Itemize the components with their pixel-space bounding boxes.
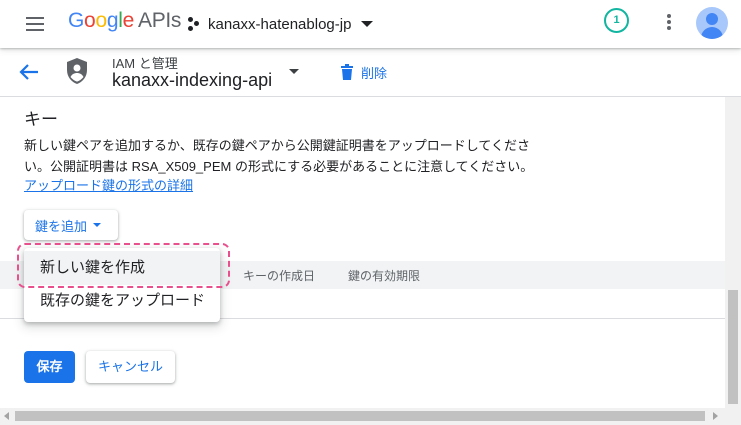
google-apis-logo[interactable]: Google APIs [68,9,181,33]
shield-account-icon [67,58,87,84]
chevron-down-icon [93,223,102,227]
hamburger-menu-icon[interactable] [26,16,46,32]
logo-letter: o [95,9,107,32]
logo-letter: g [106,9,119,32]
menu-item-upload-existing-key[interactable]: 既存の鍵をアップロード [24,284,220,318]
logo-letter: e [122,9,135,32]
account-avatar-icon[interactable] [696,7,728,39]
column-header: キーの作成日 [243,269,316,283]
logo-letter: o [84,9,96,32]
horizontal-scrollbar[interactable] [0,408,741,425]
notification-count-badge[interactable]: 1 [604,8,629,33]
chevron-down-icon[interactable] [289,69,299,74]
scroll-right-icon[interactable] [713,412,718,420]
add-key-label: 鍵を追加 [35,218,88,234]
scrollbar-thumb[interactable] [15,411,705,421]
delete-label: 削除 [361,65,388,81]
scroll-left-icon[interactable] [4,412,9,420]
column-header: 鍵の有効期限 [348,269,421,283]
add-key-menu: 新しい鍵を作成 既存の鍵をアップロード [24,248,220,322]
trash-icon [341,64,353,80]
save-button[interactable]: 保存 [24,351,75,383]
service-account-name: kanaxx-indexing-api [112,70,273,90]
vertical-scrollbar[interactable] [725,97,741,408]
menu-item-create-new-key[interactable]: 新しい鍵を作成 [24,251,220,285]
section-title: キー [24,110,58,129]
cancel-button[interactable]: キャンセル [86,351,175,383]
page-header: IAM と管理 kanaxx-indexing-api 削除 [0,48,741,97]
chevron-down-icon [361,21,374,27]
add-key-button[interactable]: 鍵を追加 [24,210,118,240]
arrow-back-icon[interactable] [18,62,40,82]
logo-letter: G [68,9,85,32]
delete-button[interactable]: 削除 [340,62,387,82]
more-vert-icon[interactable] [666,14,672,32]
top-app-bar: Google APIs kanaxx-hatenablog-jp 1 [0,0,741,48]
keys-description: 新しい鍵ペアを追加するか、既存の鍵ペアから公開鍵証明書をアップロードしてください… [24,138,534,174]
project-dots-icon [188,17,200,31]
logo-apis-text: APIs [137,9,182,32]
scrollbar-thumb[interactable] [728,290,738,404]
key-format-link[interactable]: アップロード鍵の形式の詳細 [24,175,193,194]
project-name: kanaxx-hatenablog-jp [208,15,352,33]
project-selector[interactable]: kanaxx-hatenablog-jp [188,13,374,35]
